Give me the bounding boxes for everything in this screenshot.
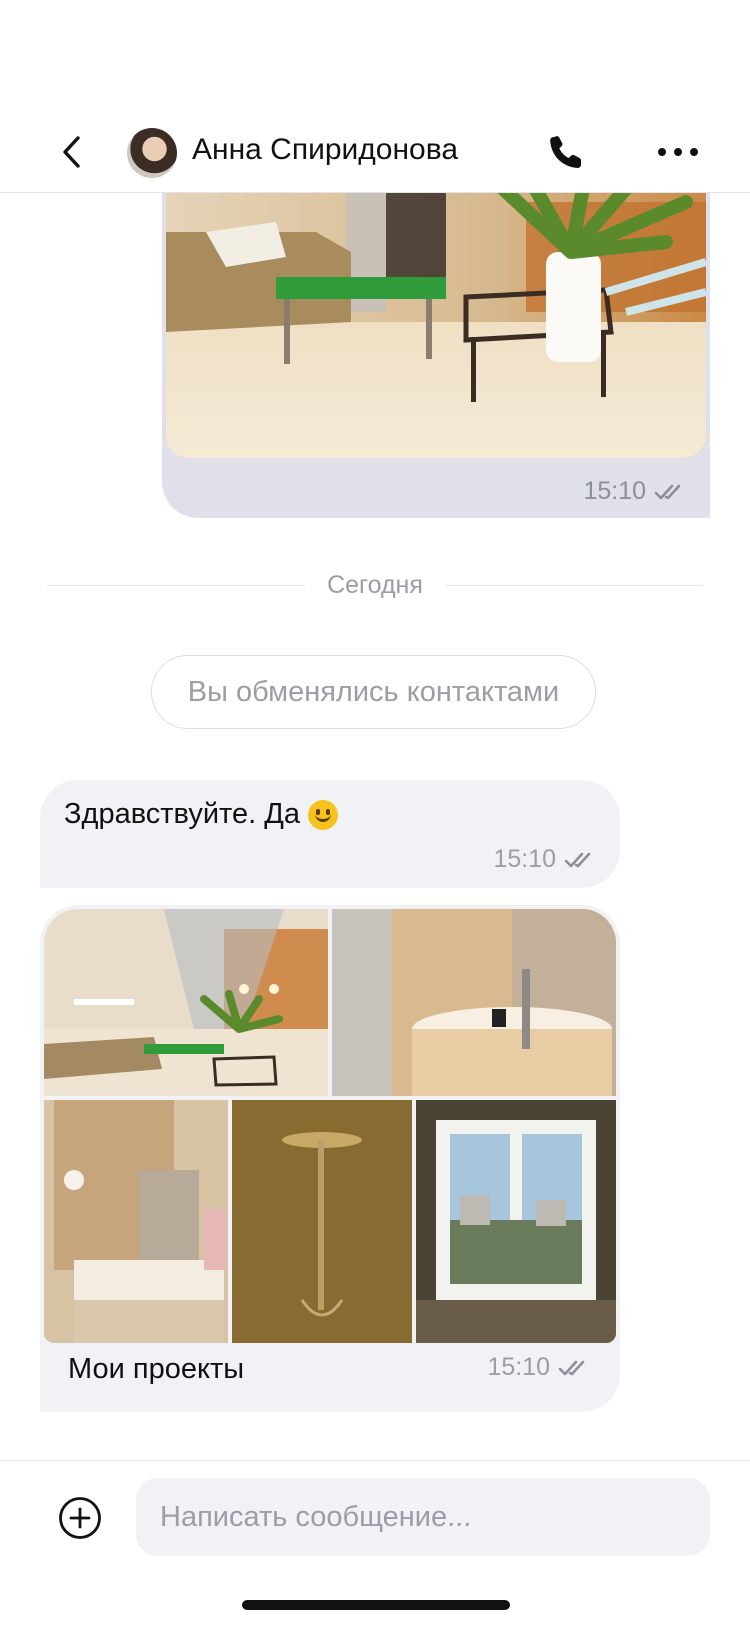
message-time: 15:10: [487, 1353, 550, 1381]
day-separator: Сегодня: [47, 565, 703, 605]
chevron-left-icon: [63, 136, 80, 168]
avatar[interactable]: [127, 128, 177, 178]
more-dot: [674, 148, 682, 156]
double-check-icon: [558, 1360, 585, 1375]
living-room-photo[interactable]: [44, 909, 328, 1096]
day-separator-label: Сегодня: [311, 571, 439, 599]
album-message[interactable]: Мои проекты 15:10: [40, 905, 620, 1412]
phone-icon: [550, 136, 581, 169]
outgoing-photo-message[interactable]: 15:10: [162, 192, 710, 518]
bathroom-tub-photo[interactable]: [332, 909, 616, 1096]
double-check-icon: [654, 484, 681, 499]
more-dot: [690, 148, 698, 156]
attach-button[interactable]: [58, 1496, 102, 1540]
message-meta: 15:10: [493, 845, 596, 874]
message-text: Здравствуйте. Да: [64, 798, 338, 831]
call-button[interactable]: [546, 132, 586, 172]
shower-photo[interactable]: [232, 1100, 412, 1343]
message-time: 15:10: [493, 845, 556, 873]
more-dot: [658, 148, 666, 156]
smile-emoji-icon: [308, 799, 338, 830]
back-button[interactable]: [54, 130, 90, 174]
double-check-icon: [564, 852, 591, 867]
home-indicator: [242, 1600, 510, 1610]
message-time: 15:10: [583, 477, 646, 505]
message-list[interactable]: 15:10 Сегодня Вы обменялись контактами З…: [0, 192, 750, 1460]
system-notice: Вы обменялись контактами: [151, 655, 596, 729]
incoming-text-message[interactable]: Здравствуйте. Да 15:10: [40, 780, 620, 888]
message-body: Здравствуйте. Да: [64, 798, 300, 830]
contact-name[interactable]: Анна Спиридонова: [192, 133, 458, 167]
window-view-photo[interactable]: [416, 1100, 616, 1343]
message-input[interactable]: [136, 1478, 710, 1556]
message-meta: 15:10: [583, 477, 686, 506]
chat-header: Анна Спиридонова: [0, 0, 750, 193]
living-room-photo[interactable]: [166, 192, 706, 458]
bathroom-sink-photo[interactable]: [44, 1100, 228, 1343]
message-meta: 15:10: [487, 1353, 590, 1382]
photo-album-grid: [44, 909, 616, 1343]
more-button[interactable]: [658, 138, 698, 166]
album-caption: Мои проекты: [68, 1353, 245, 1385]
add-circle-icon: [59, 1497, 101, 1539]
